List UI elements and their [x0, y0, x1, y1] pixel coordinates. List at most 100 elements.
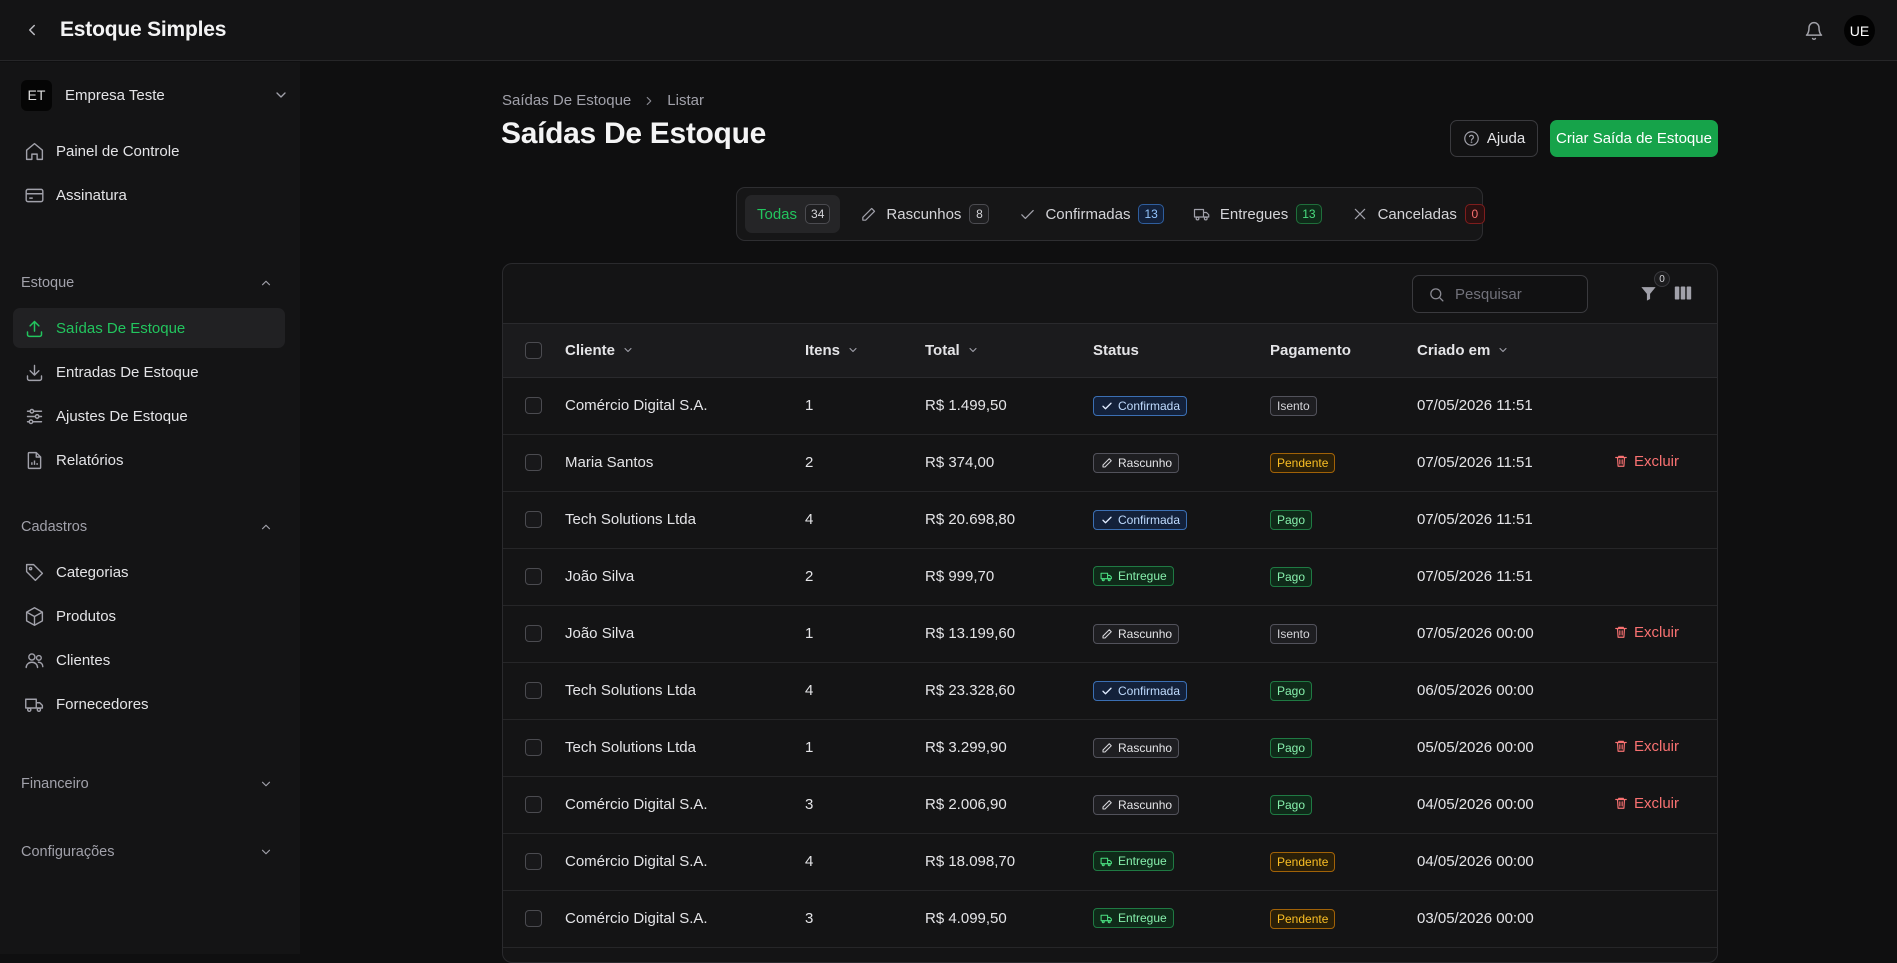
- user-avatar[interactable]: UE: [1844, 15, 1875, 46]
- cell-total: R$ 999,70: [925, 568, 995, 585]
- sidebar-group-financeiro[interactable]: Financeiro: [21, 772, 275, 796]
- table-row[interactable]: Comércio Digital S.A. 1 R$ 1.499,50 Confirm…: [503, 377, 1717, 434]
- sidebar-item-clientes[interactable]: Clientes: [13, 640, 285, 680]
- x-icon: [1350, 204, 1370, 224]
- back-button[interactable]: [18, 16, 46, 44]
- filter-count-badge: 0: [1654, 271, 1670, 287]
- row-checkbox[interactable]: [525, 454, 542, 471]
- tab-count-badge: 13: [1138, 204, 1164, 224]
- chevron-down-icon: [257, 775, 275, 793]
- status-badge: Entregue: [1093, 566, 1174, 587]
- row-checkbox[interactable]: [525, 511, 542, 528]
- column-label: Itens: [805, 341, 841, 359]
- table-row[interactable]: Tech Solutions Ltda 4 R$ 23.328,60 Confirma…: [503, 662, 1717, 719]
- users-icon: [22, 648, 46, 672]
- breadcrumb-parent-link[interactable]: Saídas De Estoque: [502, 92, 631, 109]
- sidebar-item-fornecedores[interactable]: Fornecedores: [13, 684, 285, 724]
- exits-table-panel: 0 Cliente Itens Total Status Pagamento C…: [502, 263, 1718, 963]
- table-row[interactable]: Comércio Digital S.A. 3 R$ 4.099,50 Entregu…: [503, 890, 1717, 947]
- status-label: Entregue: [1118, 854, 1167, 869]
- row-checkbox[interactable]: [525, 739, 542, 756]
- sidebar-item-relatorios[interactable]: Relatórios: [13, 440, 285, 480]
- chevron-up-icon: [257, 518, 275, 536]
- chevron-down-icon: [271, 85, 291, 105]
- cell-cliente: João Silva: [565, 625, 635, 642]
- sidebar-item-entradas[interactable]: Entradas De Estoque: [13, 352, 285, 392]
- cell-itens: 2: [805, 568, 814, 585]
- cell-criado: 04/05/2026 00:00: [1417, 853, 1534, 870]
- help-button[interactable]: Ajuda: [1450, 120, 1538, 157]
- payment-badge: Pendente: [1270, 452, 1336, 473]
- status-badge: Rascunho: [1093, 794, 1180, 815]
- check-icon: [1100, 513, 1113, 526]
- cell-criado: 07/05/2026 00:00: [1417, 625, 1534, 642]
- column-header-itens[interactable]: Itens: [805, 324, 925, 378]
- truck-icon: [1100, 855, 1113, 868]
- search-input[interactable]: [1455, 285, 1585, 303]
- cell-itens: 4: [805, 511, 814, 528]
- status-label: Rascunho: [1118, 740, 1173, 755]
- row-checkbox[interactable]: [525, 625, 542, 642]
- sidebar-item-saidas[interactable]: Saídas De Estoque: [13, 308, 285, 348]
- table-toolbar: 0: [503, 264, 1717, 324]
- sidebar-group-configuracoes[interactable]: Configurações: [21, 840, 275, 864]
- status-badge: Entregue: [1093, 851, 1174, 872]
- sidebar-group-estoque[interactable]: Estoque: [21, 271, 275, 295]
- cell-criado: 04/05/2026 00:00: [1417, 796, 1534, 813]
- sidebar-item-categorias[interactable]: Categorias: [13, 552, 285, 592]
- cell-itens: 3: [805, 910, 814, 927]
- row-checkbox[interactable]: [525, 568, 542, 585]
- column-header-cliente[interactable]: Cliente: [565, 324, 805, 378]
- column-header-total[interactable]: Total: [925, 324, 1093, 378]
- sidebar-item-produtos[interactable]: Produtos: [13, 596, 285, 636]
- check-icon: [1100, 399, 1113, 412]
- table-row[interactable]: João Silva 1 R$ 13.199,60 Rascunho Isento 07/…: [503, 605, 1717, 662]
- sidebar-item-label: Categorias: [56, 563, 129, 581]
- tab-canceladas[interactable]: Canceladas 0: [1338, 195, 1495, 233]
- pencil-icon: [1100, 741, 1113, 754]
- table-row[interactable]: Tech Solutions Ltda 4 R$ 20.698,80 Confirma…: [503, 491, 1717, 548]
- delete-button[interactable]: Excluir: [1613, 795, 1679, 812]
- tab-confirmadas[interactable]: Confirmadas 13: [1005, 195, 1173, 233]
- sidebar-group-cadastros[interactable]: Cadastros: [21, 515, 275, 539]
- status-badge: Confirmada: [1093, 509, 1188, 530]
- create-exit-button[interactable]: Criar Saída de Estoque: [1550, 120, 1718, 157]
- cell-criado: 07/05/2026 11:51: [1417, 454, 1533, 471]
- table-row[interactable]: Maria Santos 2 R$ 374,00 Rascunho Pendente 07…: [503, 434, 1717, 491]
- select-all-checkbox[interactable]: [525, 341, 542, 359]
- company-switcher[interactable]: ET Empresa Teste: [21, 79, 293, 111]
- cell-total: R$ 23.328,60: [925, 682, 1016, 699]
- sidebar-item-assinatura[interactable]: Assinatura: [13, 175, 285, 215]
- row-checkbox[interactable]: [525, 682, 542, 699]
- tab-rascunhos[interactable]: Rascunhos 8: [846, 195, 999, 233]
- cell-total: R$ 18.098,70: [925, 853, 1016, 870]
- tab-label: Todas: [757, 205, 798, 223]
- row-checkbox[interactable]: [525, 910, 542, 927]
- row-checkbox[interactable]: [525, 796, 542, 813]
- table-row[interactable]: João Silva 2 R$ 999,70 Entregue Pago 07/05/20…: [503, 548, 1717, 605]
- notifications-button[interactable]: [1800, 17, 1828, 45]
- help-circle-icon: [1463, 131, 1479, 146]
- table-row[interactable]: Comércio Digital S.A. 3 R$ 2.006,90 Rascunh…: [503, 776, 1717, 833]
- filter-button[interactable]: [1637, 282, 1659, 304]
- cell-cliente: Tech Solutions Ltda: [565, 682, 696, 699]
- delete-button[interactable]: Excluir: [1613, 624, 1679, 641]
- tab-count-badge: 8: [969, 204, 990, 224]
- payment-badge: Pago: [1270, 794, 1313, 815]
- delete-button[interactable]: Excluir: [1613, 738, 1679, 755]
- delete-button[interactable]: Excluir: [1613, 453, 1679, 470]
- tab-todas[interactable]: Todas 34: [745, 195, 841, 233]
- row-checkbox[interactable]: [525, 397, 542, 414]
- table-row[interactable]: Tech Solutions Ltda 1 R$ 3.299,90 Rascunho P…: [503, 719, 1717, 776]
- sidebar-item-painel[interactable]: Painel de Controle: [13, 131, 285, 171]
- column-header-criado[interactable]: Criado em: [1417, 324, 1613, 378]
- cell-cliente: Maria Santos: [565, 454, 654, 471]
- table-row[interactable]: Comércio Digital S.A. 4 R$ 18.098,70 Entreg…: [503, 833, 1717, 890]
- payment-badge: Pago: [1270, 509, 1313, 530]
- sidebar-item-ajustes[interactable]: Ajustes De Estoque: [13, 396, 285, 436]
- row-checkbox[interactable]: [525, 853, 542, 870]
- columns-button[interactable]: [1672, 282, 1694, 304]
- sliders-icon: [22, 404, 46, 428]
- status-badge: Confirmada: [1093, 680, 1188, 701]
- tab-entregues[interactable]: Entregues 13: [1180, 195, 1332, 233]
